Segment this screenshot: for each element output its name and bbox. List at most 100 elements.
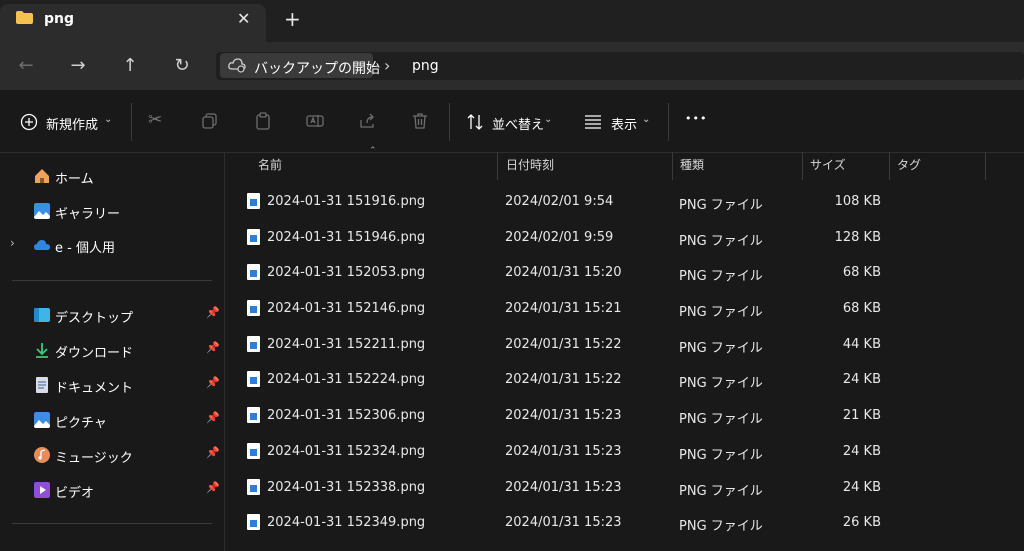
sidebar-item-label: ダウンロード [55,346,134,361]
sidebar-divider [12,280,212,281]
file-name: 2024-01-31 152211.png [267,337,426,352]
sidebar-item-downloads[interactable]: ダウンロード 📌 [12,335,222,365]
file-size: 24 KB [842,372,881,387]
chevron-down-icon[interactable]: ⌄ [544,114,552,125]
close-tab-icon[interactable]: ✕ [237,9,250,28]
sidebar-item-onedrive[interactable]: › e - 個人用 [10,230,222,260]
column-header-name[interactable]: 名前 [258,156,282,180]
view-button[interactable]: 表示 [611,114,637,133]
sidebar-item-label: ピクチャ [55,416,107,431]
sort-ascending-icon: ⌃ [369,146,377,156]
column-header-type[interactable]: 種類 [680,156,704,180]
column-header-tag[interactable]: タグ [897,156,921,180]
file-row[interactable]: 2024-01-31 152349.png 2024/01/31 15:23 P… [236,506,1024,541]
sidebar-item-videos[interactable]: ビデオ 📌 [12,475,222,505]
pin-icon[interactable]: 📌 [206,376,220,389]
forward-arrow-icon[interactable]: → [66,54,90,78]
file-row[interactable]: 2024-01-31 152146.png 2024/01/31 15:21 P… [236,292,1024,327]
sidebar-divider [224,152,225,551]
file-size: 68 KB [842,265,881,280]
png-file-icon [247,229,260,245]
column-divider[interactable] [802,152,803,180]
file-type: PNG ファイル [679,198,763,213]
gallery-icon [34,203,50,219]
file-row[interactable]: 2024-01-31 152338.png 2024/01/31 15:23 P… [236,471,1024,506]
delete-icon[interactable] [411,112,429,130]
column-divider[interactable] [889,152,890,180]
chevron-down-icon[interactable]: ⌄ [642,114,650,125]
sidebar-item-label: ミュージック [55,451,133,466]
sidebar-item-home[interactable]: ホーム [12,161,222,191]
chevron-right-icon: › [384,56,391,75]
file-name: 2024-01-31 152324.png [267,444,426,459]
pin-icon[interactable]: 📌 [206,481,220,494]
sidebar-item-label: ビデオ [55,486,95,501]
file-name: 2024-01-31 151916.png [267,194,426,209]
sidebar-item-gallery[interactable]: ギャラリー [12,196,222,226]
music-icon [34,447,50,463]
refresh-icon[interactable]: ↻ [170,54,194,78]
file-size: 68 KB [842,301,881,316]
file-size: 128 KB [834,230,881,245]
more-options-icon[interactable]: ••• [685,112,707,125]
file-row[interactable]: 2024-01-31 152053.png 2024/01/31 15:20 P… [236,256,1024,291]
png-file-icon [247,514,260,530]
png-file-icon [247,407,260,423]
copy-icon[interactable] [201,112,219,130]
column-divider[interactable] [672,152,673,180]
breadcrumb-item-backup[interactable]: バックアップの開始 [254,58,380,78]
sidebar-item-label: ホーム [55,172,94,187]
file-name: 2024-01-31 152306.png [267,408,426,423]
file-date: 2024/01/31 15:20 [505,265,622,280]
pictures-icon [34,412,50,428]
rename-icon[interactable] [306,112,324,130]
column-header-size[interactable]: サイズ [810,156,846,180]
png-file-icon [247,300,260,316]
file-row[interactable]: 2024-01-31 151916.png 2024/02/01 9:54 PN… [236,185,1024,220]
sidebar-item-documents[interactable]: ドキュメント 📌 [12,370,222,400]
paste-icon[interactable] [254,112,272,130]
pin-icon[interactable]: 📌 [206,306,220,319]
file-name: 2024-01-31 151946.png [267,230,426,245]
toolbar-divider [131,103,132,141]
up-arrow-icon[interactable]: ↑ [118,54,142,78]
folder-icon [16,11,33,24]
sidebar-item-pictures[interactable]: ピクチャ 📌 [12,405,222,435]
file-row[interactable]: 2024-01-31 151946.png 2024/02/01 9:59 PN… [236,221,1024,256]
cut-icon[interactable]: ✂ [148,110,162,130]
tab-png[interactable] [0,4,266,42]
column-divider[interactable] [985,152,986,180]
file-row[interactable]: 2024-01-31 152306.png 2024/01/31 15:23 P… [236,399,1024,434]
png-file-icon [247,336,260,352]
file-date: 2024/01/31 15:23 [505,408,622,423]
column-header-date[interactable]: 日付時刻 [506,156,554,180]
chevron-right-icon[interactable]: › [10,236,15,250]
new-button[interactable]: 新規作成 [46,114,98,133]
file-row[interactable]: 2024-01-31 152224.png 2024/01/31 15:22 P… [236,363,1024,398]
chevron-down-icon[interactable]: ⌄ [104,114,112,125]
sidebar-item-label: ドキュメント [55,381,134,396]
file-size: 24 KB [842,480,881,495]
file-row[interactable]: 2024-01-31 152324.png 2024/01/31 15:23 P… [236,435,1024,470]
pin-icon[interactable]: 📌 [206,446,220,459]
new-tab-button[interactable]: + [284,9,301,29]
file-name: 2024-01-31 152053.png [267,265,426,280]
sidebar-item-desktop[interactable]: デスクトップ 📌 [12,300,222,330]
file-name: 2024-01-31 152146.png [267,301,426,316]
pin-icon[interactable]: 📌 [206,411,220,424]
file-size: 21 KB [842,408,881,423]
sort-button[interactable]: 並べ替え [492,114,544,133]
back-arrow-icon[interactable]: ← [14,54,38,78]
file-date: 2024/01/31 15:22 [505,372,622,387]
file-type: PNG ファイル [679,376,763,391]
download-icon [36,343,48,358]
add-circle-icon [20,113,38,131]
file-type: PNG ファイル [679,269,763,284]
pin-icon[interactable]: 📌 [206,341,220,354]
cloud-backup-icon [228,58,246,73]
column-divider[interactable] [497,152,498,180]
share-icon[interactable] [358,112,376,130]
file-row[interactable]: 2024-01-31 152211.png 2024/01/31 15:22 P… [236,328,1024,363]
sidebar-item-music[interactable]: ミュージック 📌 [12,440,222,470]
breadcrumb-item-png[interactable]: png [412,58,439,74]
